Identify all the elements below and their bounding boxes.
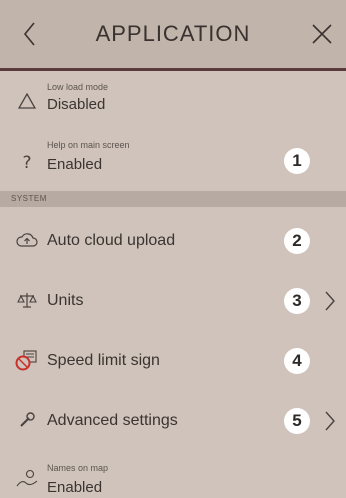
scale-icon <box>14 287 40 313</box>
setting-auto-cloud-upload[interactable]: Auto cloud upload 2 <box>0 211 346 269</box>
warning-triangle-icon <box>14 88 40 114</box>
callout-badge: 2 <box>284 228 310 254</box>
cloud-upload-icon <box>14 227 40 253</box>
close-icon <box>312 24 332 44</box>
setting-advanced-settings[interactable]: Advanced settings 5 <box>0 391 346 449</box>
speed-limit-sign-icon <box>14 347 40 373</box>
page-title: APPLICATION <box>95 21 251 46</box>
header-divider <box>0 68 346 71</box>
setting-low-load-mode[interactable]: Low load mode Disabled <box>0 72 346 130</box>
callout-badge: 1 <box>284 148 310 174</box>
callout-badge: 4 <box>284 348 310 374</box>
setting-value: Enabled <box>47 479 103 496</box>
setting-label: Speed limit sign <box>47 352 160 369</box>
callout-badge: 3 <box>284 288 310 314</box>
callout-badge: 5 <box>284 408 310 434</box>
close-button[interactable] <box>304 16 340 52</box>
setting-units[interactable]: Units 3 <box>0 271 346 329</box>
wrench-icon <box>14 407 40 433</box>
chevron-right-icon <box>325 411 335 431</box>
setting-label: Advanced settings <box>47 412 178 429</box>
setting-value: Disabled <box>47 96 106 113</box>
section-label: SYSTEM <box>11 194 47 203</box>
map-pin-icon <box>14 465 40 491</box>
setting-label: Auto cloud upload <box>47 232 176 249</box>
section-header-system: SYSTEM <box>0 191 346 207</box>
setting-help-on-main-screen[interactable]: ? Help on main screen Enabled 1 <box>0 132 346 190</box>
setting-sublabel: Names on map <box>47 463 109 473</box>
question-icon: ? <box>22 153 32 173</box>
setting-speed-limit-sign[interactable]: Speed limit sign 4 <box>0 331 346 389</box>
chevron-right-icon <box>325 291 335 311</box>
app-header: APPLICATION <box>0 0 346 68</box>
setting-sublabel: Low load mode <box>47 82 109 92</box>
setting-names-on-map[interactable]: Names on map Enabled <box>0 451 346 498</box>
chevron-left-icon <box>23 22 35 46</box>
setting-label: Units <box>47 292 84 309</box>
back-button[interactable] <box>12 16 48 52</box>
setting-sublabel: Help on main screen <box>47 140 130 150</box>
setting-value: Enabled <box>47 156 103 173</box>
